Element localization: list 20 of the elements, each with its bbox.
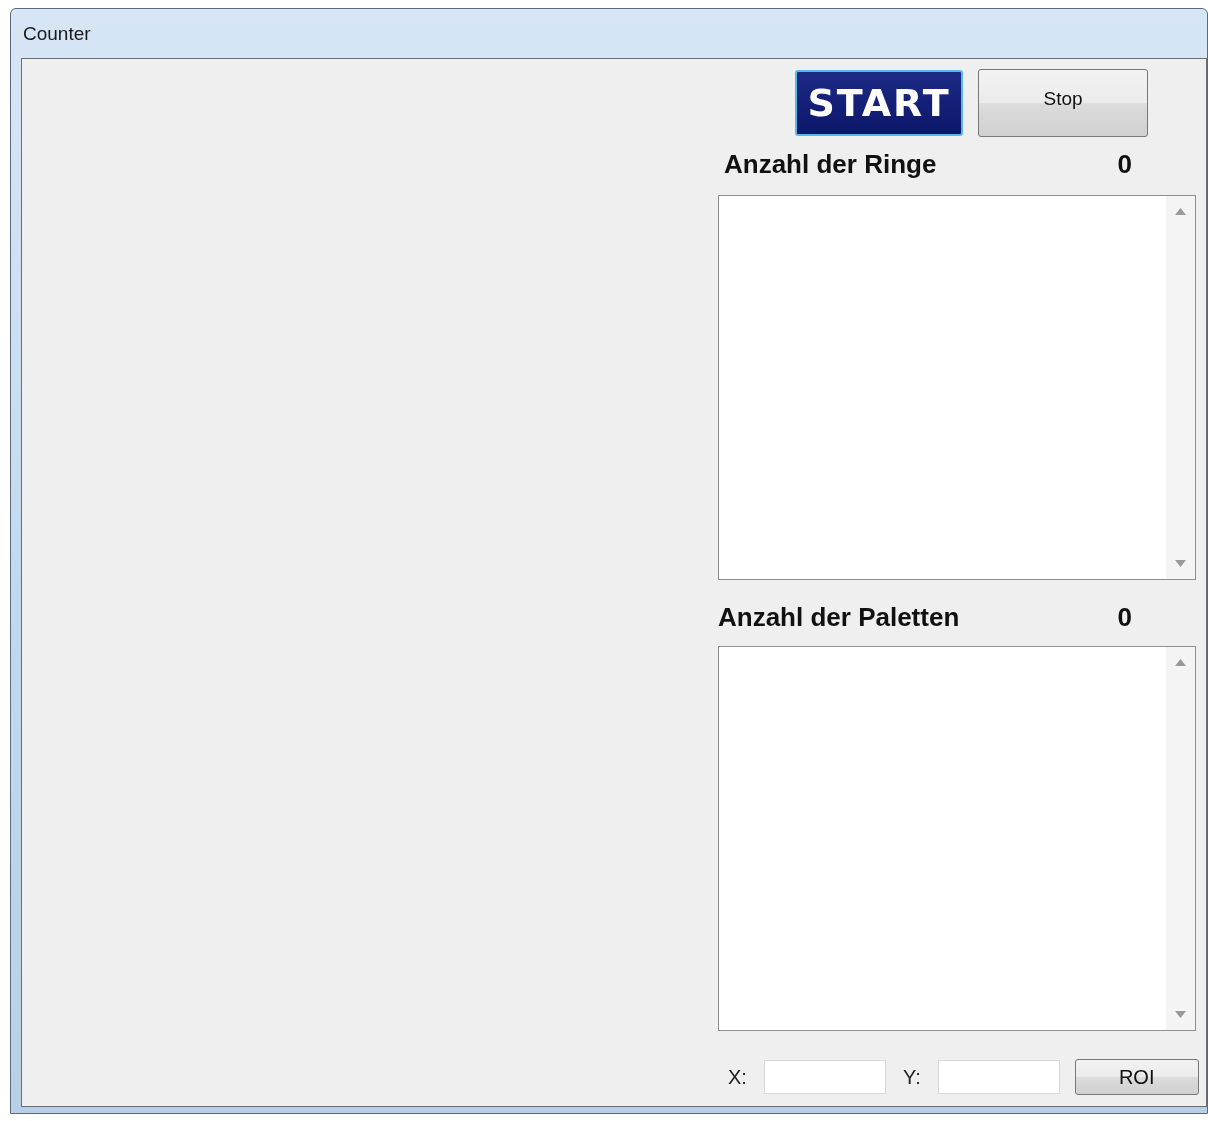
scrollbar[interactable] xyxy=(1166,196,1195,579)
counter-value: 0 xyxy=(1117,601,1132,633)
roi-button[interactable]: ROI xyxy=(1074,1059,1199,1095)
list-box[interactable] xyxy=(718,646,1196,1031)
coordinate-field[interactable] xyxy=(937,1060,1060,1094)
coordinate-field[interactable] xyxy=(763,1060,886,1094)
scroll-up-icon[interactable] xyxy=(1175,208,1186,215)
counter-value: 0 xyxy=(1117,148,1132,180)
counter-label: Anzahl der Paletten xyxy=(718,601,960,633)
list-box[interactable] xyxy=(718,195,1196,580)
counter-label: Anzahl der Ringe xyxy=(724,148,937,180)
scroll-down-icon[interactable] xyxy=(1175,560,1186,567)
coordinate-label: Y: xyxy=(902,1065,921,1089)
window-title: Counter xyxy=(23,22,91,45)
start-button[interactable]: START xyxy=(795,70,963,136)
stop-button[interactable]: Stop xyxy=(978,69,1148,137)
scroll-up-icon[interactable] xyxy=(1175,659,1186,666)
scrollbar[interactable] xyxy=(1166,647,1195,1030)
coordinate-label: X: xyxy=(728,1065,747,1089)
scroll-down-icon[interactable] xyxy=(1175,1011,1186,1018)
